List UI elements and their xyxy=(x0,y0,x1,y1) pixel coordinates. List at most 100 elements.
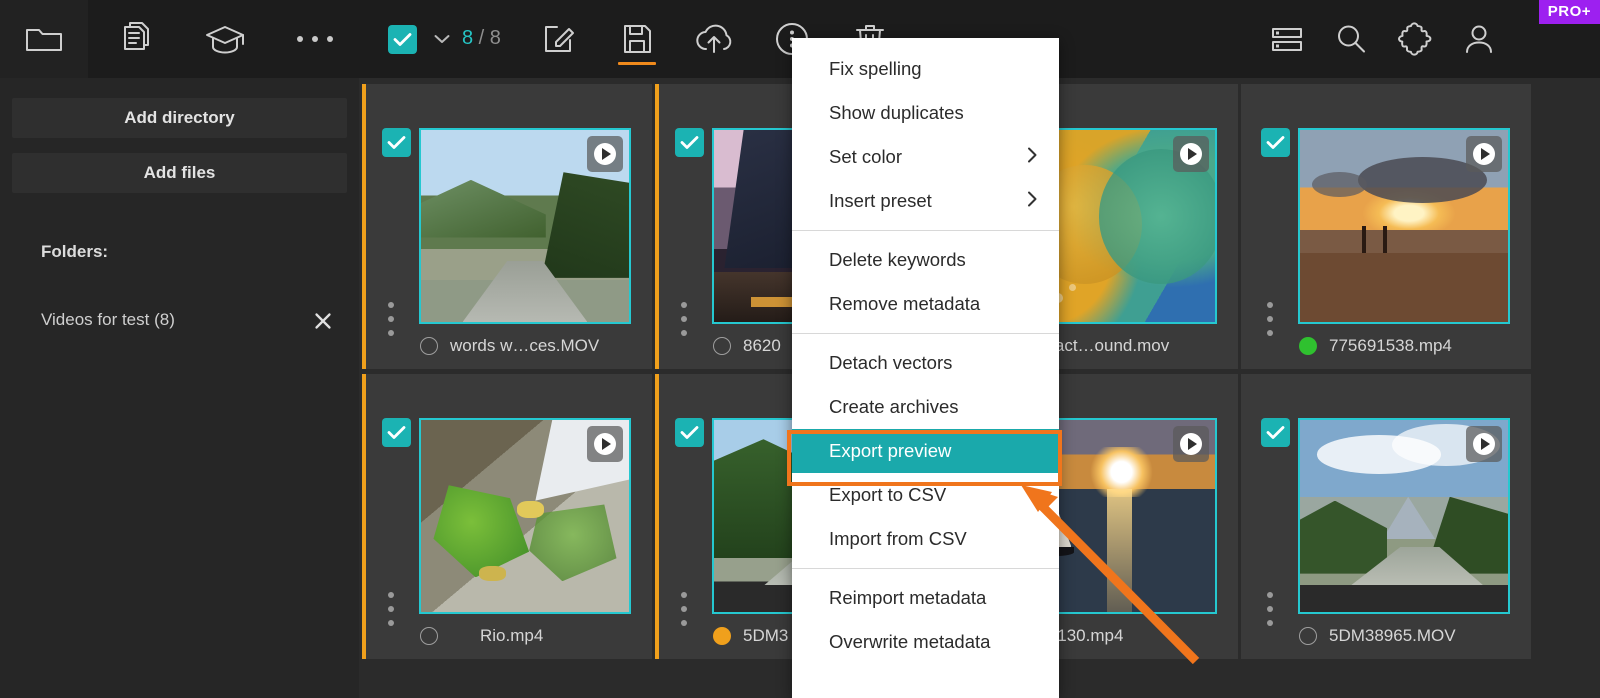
graduation-cap-icon[interactable] xyxy=(197,11,253,67)
menu-item-label: Detach vectors xyxy=(829,352,953,373)
card-marker-bar xyxy=(655,84,659,369)
menu-separator xyxy=(792,230,1059,231)
menu-item-label: Show duplicates xyxy=(829,102,964,123)
card-select-checkbox[interactable] xyxy=(1261,128,1290,157)
card-thumbnail[interactable] xyxy=(1298,128,1510,324)
menu-item-reimport-metadata[interactable]: Reimport metadata xyxy=(792,576,1059,620)
chevron-down-icon[interactable] xyxy=(430,29,454,49)
menu-item-remove-metadata[interactable]: Remove metadata xyxy=(792,282,1059,326)
status-dot[interactable] xyxy=(420,627,438,645)
menu-item-overwrite-metadata[interactable]: Overwrite metadata xyxy=(792,620,1059,664)
chevron-right-icon xyxy=(1027,190,1037,212)
left-sidebar: Add directory Add files Folders: Videos … xyxy=(0,78,359,698)
ellipsis-icon[interactable] xyxy=(287,11,343,67)
card-filename: words w…ces.MOV xyxy=(450,336,600,355)
search-icon[interactable] xyxy=(1323,11,1379,67)
menu-item-show-duplicates[interactable]: Show duplicates xyxy=(792,91,1059,135)
menu-item-label: Import from CSV xyxy=(829,528,967,549)
play-overlay-button[interactable] xyxy=(1466,426,1502,462)
menu-item-import-from-csv[interactable]: Import from CSV xyxy=(792,517,1059,561)
status-dot[interactable] xyxy=(1299,627,1317,645)
card-marker-bar xyxy=(1241,84,1245,369)
menu-item-label: Create archives xyxy=(829,396,959,417)
menu-item-label: Delete keywords xyxy=(829,249,966,270)
card-marker-bar xyxy=(655,374,659,659)
status-dot[interactable] xyxy=(713,627,731,645)
card-caption: 5DM38965.MOV xyxy=(1241,620,1531,652)
application-window: 8 / 8 PRO+ Add directory Add files Folde… xyxy=(0,0,1600,698)
card-filename: 8620 xyxy=(743,336,781,355)
menu-item-label: Set color xyxy=(829,146,903,167)
card-filename: 5DM3 xyxy=(743,626,789,645)
menu-separator xyxy=(792,333,1059,334)
duplicate-pages-icon[interactable] xyxy=(107,11,163,67)
menu-item-label: Fix spelling xyxy=(829,58,922,79)
card-caption: 775691538.mp4 xyxy=(1241,330,1531,362)
card-marker-bar xyxy=(362,84,366,369)
user-account-icon[interactable] xyxy=(1451,11,1507,67)
add-files-button[interactable]: Add files xyxy=(12,153,347,193)
selected-count: 8 xyxy=(462,27,474,49)
select-all-checkbox[interactable] xyxy=(388,25,417,54)
card-select-checkbox[interactable] xyxy=(382,418,411,447)
menu-item-label: Insert preset xyxy=(829,190,932,211)
play-overlay-button[interactable] xyxy=(1466,136,1502,172)
folders-heading: Folders: xyxy=(41,242,109,261)
selection-count: 8 / 8 xyxy=(462,27,501,51)
menu-item-create-archives[interactable]: Create archives xyxy=(792,385,1059,429)
close-x-icon[interactable] xyxy=(310,308,336,334)
grid-card[interactable]: words w…ces.MOV xyxy=(362,84,652,369)
grid-card[interactable]: Rio.mp4 xyxy=(362,374,652,659)
grid-card[interactable]: 775691538.mp4 xyxy=(1241,84,1531,369)
count-separator: / xyxy=(478,27,485,49)
folder-item-label: Videos for test (8) xyxy=(41,310,175,329)
menu-item-insert-preset[interactable]: Insert preset xyxy=(792,179,1059,223)
play-overlay-button[interactable] xyxy=(1173,136,1209,172)
ellipsis-dots xyxy=(297,36,333,42)
save-button[interactable] xyxy=(609,11,665,67)
status-dot[interactable] xyxy=(1299,337,1317,355)
folder-icon[interactable] xyxy=(16,11,72,67)
menu-item-set-color[interactable]: Set color xyxy=(792,135,1059,179)
status-dot[interactable] xyxy=(420,337,438,355)
menu-separator xyxy=(792,568,1059,569)
card-select-checkbox[interactable] xyxy=(382,128,411,157)
menu-item-detach-vectors[interactable]: Detach vectors xyxy=(792,341,1059,385)
grid-card[interactable]: 5DM38965.MOV xyxy=(1241,374,1531,659)
card-select-checkbox[interactable] xyxy=(675,128,704,157)
menu-item-label: Reimport metadata xyxy=(829,587,987,608)
puzzle-piece-icon[interactable] xyxy=(1387,11,1443,67)
card-marker-bar xyxy=(362,374,366,659)
cloud-upload-icon[interactable] xyxy=(686,11,742,67)
chevron-right-icon xyxy=(1027,146,1037,168)
play-overlay-button[interactable] xyxy=(1173,426,1209,462)
edit-square-icon[interactable] xyxy=(531,11,587,67)
card-select-checkbox[interactable] xyxy=(675,418,704,447)
card-caption: words w…ces.MOV xyxy=(362,330,652,362)
menu-item-fix-spelling[interactable]: Fix spelling xyxy=(792,47,1059,91)
save-active-indicator xyxy=(618,62,656,65)
card-thumbnail[interactable] xyxy=(419,128,631,324)
layout-list-icon[interactable] xyxy=(1259,11,1315,67)
card-filename: Rio.mp4 xyxy=(480,626,544,645)
card-thumbnail[interactable] xyxy=(419,418,631,614)
card-filename: 775691538.mp4 xyxy=(1329,336,1452,355)
card-caption: Rio.mp4 xyxy=(362,620,652,652)
card-marker-bar xyxy=(1241,374,1245,659)
menu-item-label: Overwrite metadata xyxy=(829,631,991,652)
menu-item-export-preview[interactable]: Export preview xyxy=(792,429,1059,473)
menu-item-export-to-csv[interactable]: Export to CSV xyxy=(792,473,1059,517)
folder-list-item[interactable]: Videos for test (8) xyxy=(0,300,359,340)
menu-item-delete-keywords[interactable]: Delete keywords xyxy=(792,238,1059,282)
total-count: 8 xyxy=(489,27,502,49)
pro-badge[interactable]: PRO+ xyxy=(1538,0,1600,24)
card-thumbnail[interactable] xyxy=(1298,418,1510,614)
status-dot[interactable] xyxy=(713,337,731,355)
card-select-checkbox[interactable] xyxy=(1261,418,1290,447)
card-filename: 5DM38965.MOV xyxy=(1329,626,1456,645)
play-overlay-button[interactable] xyxy=(587,426,623,462)
menu-item-label: Export preview xyxy=(829,440,952,461)
add-directory-button[interactable]: Add directory xyxy=(12,98,347,138)
context-menu: Fix spelling Show duplicates Set color I… xyxy=(792,38,1059,698)
play-overlay-button[interactable] xyxy=(587,136,623,172)
